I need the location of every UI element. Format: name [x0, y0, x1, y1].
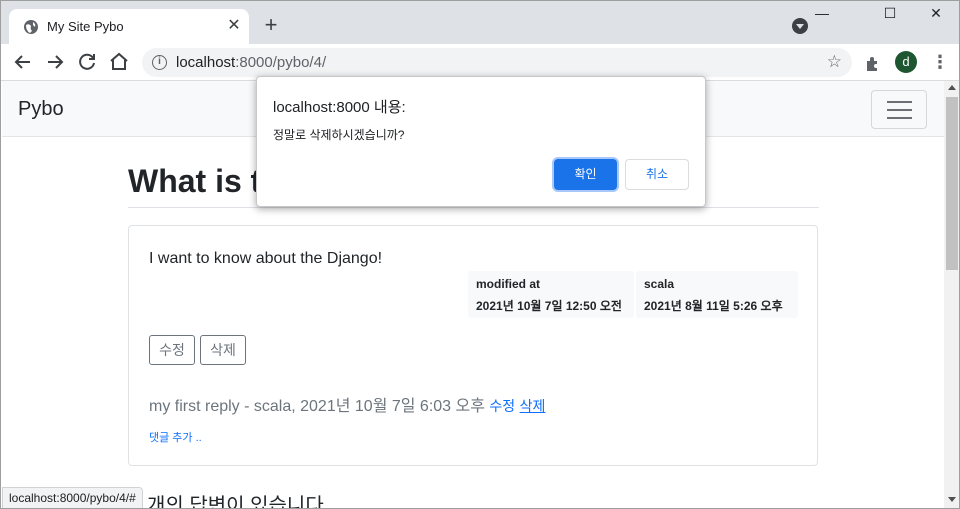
modified-badge: modified at 2021년 10월 7일 12:50 오전	[468, 271, 634, 318]
question-card: I want to know about the Django! modifie…	[128, 225, 818, 466]
home-icon[interactable]	[107, 50, 131, 74]
hamburger-line	[887, 101, 912, 103]
scroll-up-icon[interactable]	[948, 85, 956, 90]
question-title: What is t	[128, 163, 262, 199]
browser-window: My Site Pybo ✕ + — ☐ ✕ i localhost:8000/…	[0, 0, 960, 509]
reload-icon[interactable]	[75, 50, 99, 74]
tab-close-icon[interactable]: ✕	[225, 17, 243, 35]
delete-comment-link[interactable]: 삭제	[520, 398, 546, 414]
dialog-title: localhost:8000 내용:	[273, 99, 406, 116]
edit-question-button[interactable]: 수정	[149, 335, 195, 365]
browser-menu-icon[interactable]: ⋮	[931, 51, 949, 73]
globe-icon	[24, 20, 38, 34]
author-name: scala	[644, 277, 675, 291]
navbar-brand[interactable]: Pybo	[18, 98, 64, 121]
page-scrollbar[interactable]	[944, 81, 959, 508]
title-divider	[128, 207, 819, 208]
extensions-icon[interactable]	[863, 53, 883, 73]
hamburger-line	[887, 117, 912, 119]
edit-comment-link[interactable]: 수정	[489, 398, 515, 414]
comment-item: my first reply - scala, 2021년 10월 7일 6:0…	[149, 392, 545, 416]
maximize-button[interactable]: ☐	[867, 5, 913, 29]
tab-strip: My Site Pybo ✕ + — ☐ ✕	[1, 1, 959, 44]
navbar-toggler-button[interactable]	[871, 90, 927, 129]
delete-question-button[interactable]: 삭제	[200, 335, 246, 365]
back-icon[interactable]	[11, 50, 35, 74]
tab-title: My Site Pybo	[47, 19, 124, 34]
info-icon[interactable]: i	[152, 55, 167, 70]
add-comment-link[interactable]: 댓글 추가 ..	[149, 429, 202, 445]
created-value: 2021년 8월 11일 5:26 오후	[644, 299, 783, 313]
minimize-button[interactable]: —	[799, 5, 845, 29]
status-bar: localhost:8000/pybo/4/#	[2, 487, 143, 508]
scroll-down-icon[interactable]	[948, 497, 956, 502]
new-tab-button[interactable]: +	[259, 14, 283, 38]
close-window-button[interactable]: ✕	[913, 5, 959, 29]
dialog-message: 정말로 삭제하시겠습니까?	[273, 128, 405, 142]
scroll-thumb[interactable]	[946, 97, 958, 270]
modified-label: modified at	[476, 277, 541, 291]
url-text[interactable]: localhost:8000/pybo/4/	[176, 54, 326, 71]
browser-tab[interactable]: My Site Pybo ✕	[9, 9, 249, 44]
confirm-cancel-button[interactable]: 취소	[625, 159, 689, 190]
hamburger-line	[887, 109, 912, 111]
comment-text: my first reply - scala, 2021년 10월 7일 6:0…	[149, 398, 485, 415]
profile-avatar[interactable]: d	[895, 51, 917, 73]
confirm-ok-button[interactable]: 확인	[554, 159, 617, 190]
answer-count-heading: 개의 답변이 있습니다.	[147, 495, 330, 509]
author-badge: scala 2021년 8월 11일 5:26 오후	[636, 271, 798, 318]
forward-icon[interactable]	[43, 50, 67, 74]
confirm-dialog: localhost:8000 내용: 정말로 삭제하시겠습니까? 확인 취소	[256, 76, 706, 207]
bookmark-star-icon[interactable]: ☆	[827, 52, 842, 72]
modified-value: 2021년 10월 7일 12:50 오전	[476, 299, 622, 313]
address-bar[interactable]: i localhost:8000/pybo/4/ ☆	[142, 48, 852, 77]
question-content: I want to know about the Django!	[149, 250, 383, 267]
